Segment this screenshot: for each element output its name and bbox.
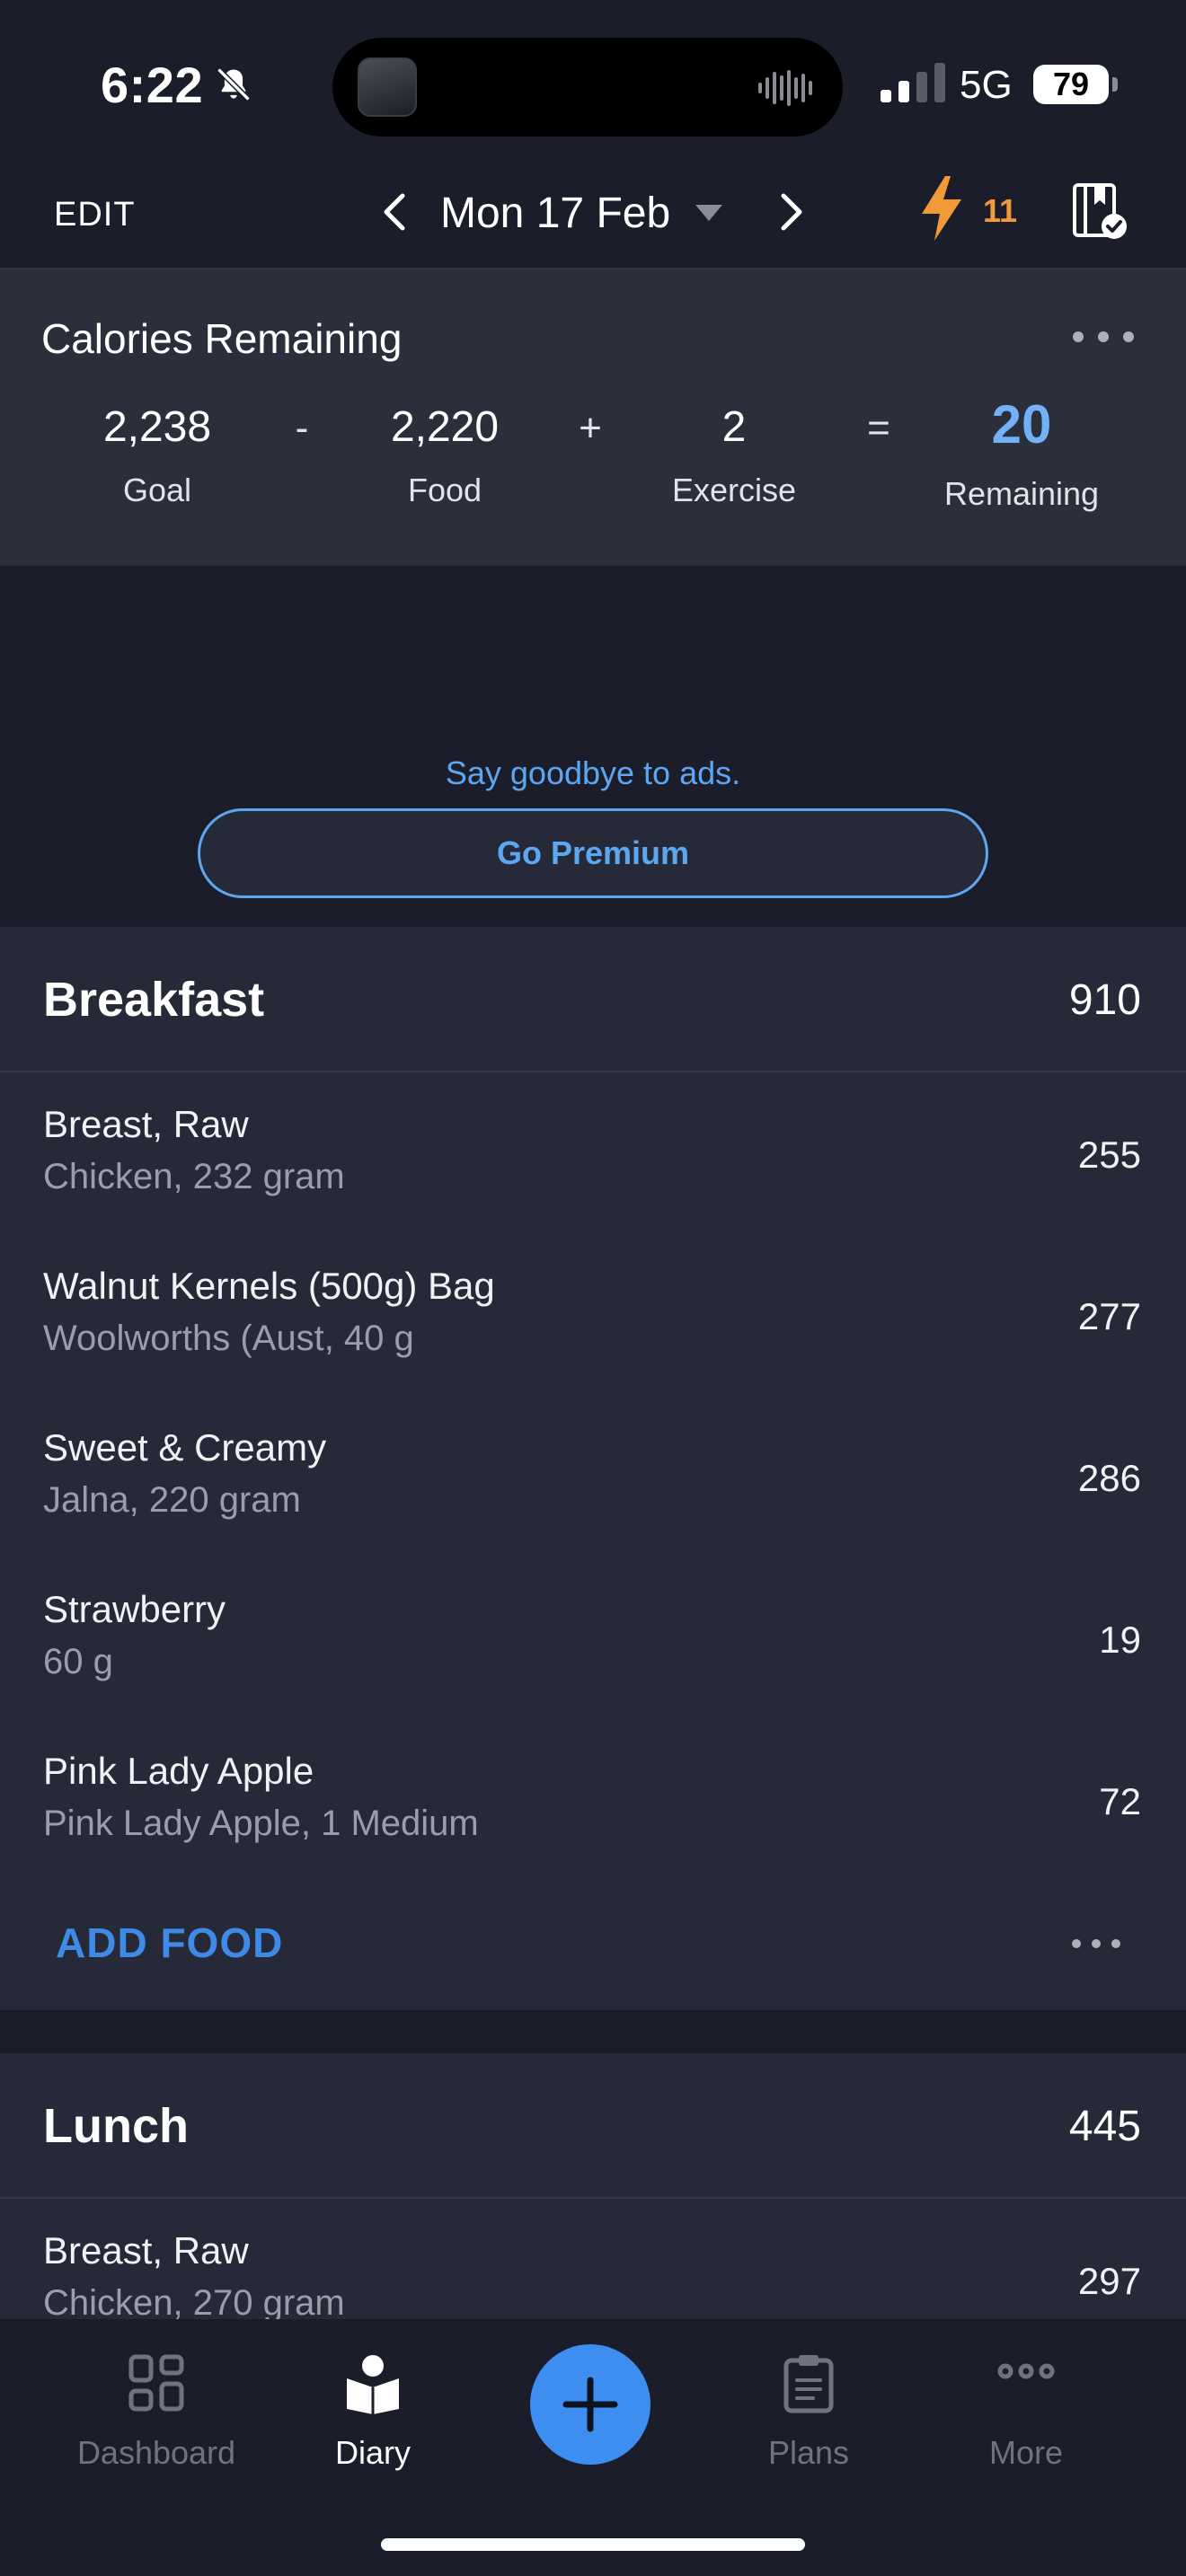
tab-more[interactable]: More bbox=[927, 2351, 1125, 2472]
ad-banner: Say goodbye to ads. Go Premium bbox=[0, 566, 1186, 927]
clock: 6:22 bbox=[101, 57, 204, 113]
exercise-column: 2 Exercise bbox=[635, 402, 833, 509]
food-entry[interactable]: Sweet & Creamy Jalna, 220 gram 286 bbox=[0, 1396, 1186, 1557]
food-detail: Chicken, 232 gram bbox=[43, 1157, 345, 1196]
date-dropdown-caret-icon[interactable] bbox=[695, 205, 722, 221]
exercise-value: 2 bbox=[721, 403, 747, 451]
battery-level: 79 bbox=[1033, 65, 1109, 104]
meal-more-icon[interactable] bbox=[1069, 1935, 1123, 1953]
cellular-signal-icon bbox=[881, 63, 945, 102]
food-name: Breast, Raw bbox=[43, 2229, 249, 2272]
meal-total: 910 bbox=[1068, 976, 1141, 1024]
food-detail: Chicken, 270 gram bbox=[43, 2283, 345, 2323]
food-label: Food bbox=[407, 472, 482, 508]
food-column: 2,220 Food bbox=[346, 402, 544, 509]
diary-header: EDIT Mon 17 Feb 11 bbox=[0, 153, 1186, 269]
calories-remaining-card: Calories Remaining 2,238 Goal - 2,220 Fo… bbox=[0, 269, 1186, 566]
more-dots-icon bbox=[997, 2363, 1055, 2379]
food-name: Walnut Kernels (500g) Bag bbox=[43, 1265, 495, 1307]
dynamic-island bbox=[332, 38, 843, 137]
food-detail: Pink Lady Apple, 1 Medium bbox=[43, 1804, 479, 1843]
exercise-label: Exercise bbox=[671, 472, 797, 508]
lunch-header[interactable]: Lunch 445 bbox=[0, 2053, 1186, 2199]
streak-count: 11 bbox=[983, 192, 1018, 229]
food-calories: 286 bbox=[1077, 1457, 1141, 1499]
lightning-bolt-icon bbox=[922, 176, 961, 241]
goal-column: 2,238 Goal bbox=[58, 402, 256, 509]
quick-add-button[interactable] bbox=[530, 2344, 651, 2465]
section-divider bbox=[0, 2010, 1186, 2053]
tab-label: Dashboard bbox=[76, 2434, 236, 2471]
calories-title: Calories Remaining bbox=[41, 315, 403, 362]
food-calories: 72 bbox=[1099, 1780, 1141, 1822]
tab-label: Plans bbox=[767, 2434, 850, 2471]
food-calories: 19 bbox=[1099, 1619, 1141, 1661]
complete-diary-icon[interactable] bbox=[1071, 180, 1128, 243]
network-type: 5G bbox=[960, 63, 1013, 107]
food-entry[interactable]: Breast, Raw Chicken, 232 gram 255 bbox=[0, 1072, 1186, 1234]
meal-total: 445 bbox=[1068, 2103, 1141, 2150]
date-selector: Mon 17 Feb bbox=[377, 180, 809, 244]
diary-screen: 6:22 5G 79 EDIT Mon 17 Feb 11 Calories R… bbox=[0, 0, 1186, 2576]
remaining-value: 20 bbox=[991, 394, 1052, 454]
breakfast-section: Breakfast 910 Breast, Raw Chicken, 232 g… bbox=[0, 927, 1186, 2016]
lunch-section: Lunch 445 Breast, Raw Chicken, 270 gram … bbox=[0, 2053, 1186, 2360]
tab-diary[interactable]: Diary bbox=[274, 2351, 472, 2472]
tab-label: Diary bbox=[334, 2434, 411, 2471]
minus-operator: - bbox=[295, 406, 309, 450]
go-premium-button[interactable]: Go Premium bbox=[198, 808, 988, 898]
food-detail: Woolworths (Aust, 40 g bbox=[43, 1319, 414, 1358]
equals-operator: = bbox=[867, 406, 890, 450]
goal-label: Goal bbox=[122, 472, 192, 508]
tab-dashboard[interactable]: Dashboard bbox=[58, 2351, 255, 2472]
meal-title: Breakfast bbox=[43, 973, 265, 1027]
food-name: Sweet & Creamy bbox=[43, 1426, 327, 1469]
now-playing-thumbnail bbox=[358, 57, 417, 117]
food-detail: Jalna, 220 gram bbox=[43, 1480, 301, 1520]
audio-waveform-icon bbox=[758, 70, 812, 106]
add-food-button[interactable]: ADD FOOD bbox=[56, 1919, 283, 1967]
current-date[interactable]: Mon 17 Feb bbox=[440, 189, 670, 238]
tab-plans[interactable]: Plans bbox=[710, 2351, 907, 2472]
clipboard-icon bbox=[783, 2355, 834, 2413]
edit-button[interactable]: EDIT bbox=[54, 196, 136, 234]
meal-title: Lunch bbox=[43, 2099, 189, 2153]
food-name: Breast, Raw bbox=[43, 1103, 249, 1145]
food-entry[interactable]: Walnut Kernels (500g) Bag Woolworths (Au… bbox=[0, 1234, 1186, 1396]
plus-operator: + bbox=[579, 406, 602, 450]
calories-more-icon[interactable] bbox=[1067, 323, 1139, 350]
next-day-chevron-icon[interactable] bbox=[773, 190, 809, 234]
food-calories: 277 bbox=[1077, 1295, 1141, 1337]
remaining-label: Remaining bbox=[943, 475, 1100, 512]
streak-badge[interactable]: 11 bbox=[918, 176, 1053, 248]
tab-label: More bbox=[988, 2434, 1064, 2471]
silent-bell-icon bbox=[217, 67, 251, 101]
plus-icon bbox=[562, 2377, 618, 2432]
status-bar: 6:22 5G 79 bbox=[0, 0, 1186, 153]
battery-tip bbox=[1112, 77, 1118, 92]
food-detail: 60 g bbox=[43, 1642, 113, 1681]
food-name: Strawberry bbox=[43, 1588, 226, 1630]
food-entry[interactable]: Strawberry 60 g 19 bbox=[0, 1557, 1186, 1719]
food-calories: 297 bbox=[1077, 2260, 1141, 2302]
goal-value: 2,238 bbox=[102, 403, 212, 451]
dashboard-icon bbox=[128, 2354, 184, 2412]
add-food-row: ADD FOOD bbox=[0, 1881, 1186, 2016]
ad-text: Say goodbye to ads. bbox=[445, 754, 741, 791]
remaining-column: 20 Remaining bbox=[923, 394, 1120, 513]
previous-day-chevron-icon[interactable] bbox=[377, 190, 413, 234]
food-calories: 255 bbox=[1077, 1134, 1141, 1176]
food-value: 2,220 bbox=[390, 403, 500, 451]
home-indicator[interactable] bbox=[381, 2538, 805, 2551]
food-name: Pink Lady Apple bbox=[43, 1750, 314, 1792]
diary-icon bbox=[347, 2355, 399, 2414]
breakfast-header[interactable]: Breakfast 910 bbox=[0, 927, 1186, 1072]
food-entry[interactable]: Pink Lady Apple Pink Lady Apple, 1 Mediu… bbox=[0, 1719, 1186, 1881]
